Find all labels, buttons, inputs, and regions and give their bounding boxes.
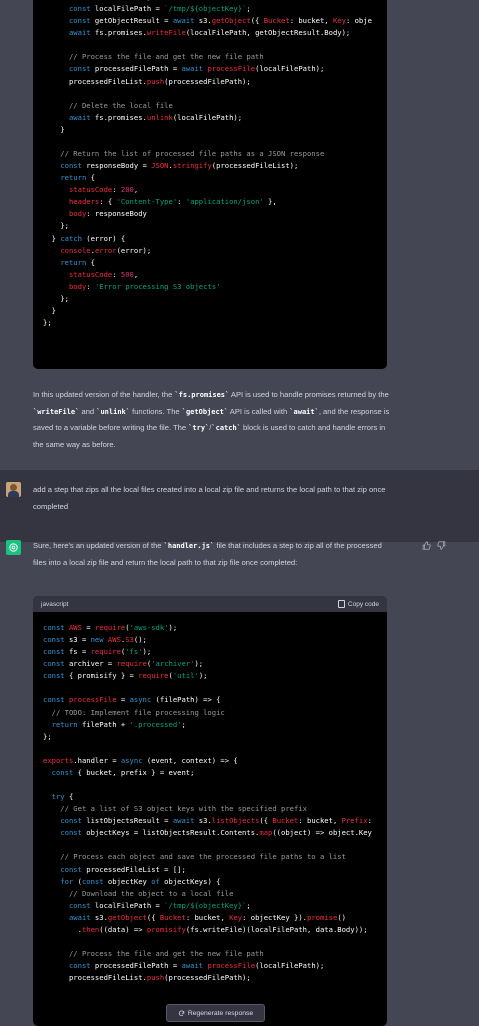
- regenerate-response-button[interactable]: Regenerate response: [166, 1004, 265, 1022]
- inline-code: `catch`: [211, 424, 241, 432]
- user-message-row: add a step that zips all the local files…: [0, 470, 479, 542]
- feedback-buttons: [422, 541, 446, 552]
- inline-code: `await`: [289, 407, 319, 416]
- paragraph-text: API is used to handle promises returned …: [229, 390, 389, 399]
- inline-code: `writeFile`: [33, 407, 80, 416]
- code-language-label: javascript: [41, 600, 69, 608]
- assistant-intro-text: Sure, here's an updated version of the `…: [33, 538, 395, 571]
- code-block-previous: // Download the object to a local file c…: [33, 0, 387, 369]
- openai-logo-icon: [9, 543, 18, 552]
- copy-code-button[interactable]: Copy code: [337, 600, 379, 608]
- explanation-text: In this updated version of the handler, …: [33, 387, 395, 453]
- code-content: // Download the object to a local file c…: [43, 0, 372, 328]
- paragraph-text: API is called with: [228, 406, 290, 416]
- copy-code-label: Copy code: [347, 600, 379, 608]
- code-block-handler: javascript Copy code const AWS = require…: [33, 596, 387, 1026]
- code-header: javascript Copy code: [33, 596, 387, 612]
- thumbs-up-icon[interactable]: [422, 541, 431, 552]
- thumbs-down-icon[interactable]: [437, 541, 446, 552]
- clipboard-icon: [337, 600, 345, 608]
- refresh-icon: [178, 1010, 185, 1016]
- user-avatar: [6, 482, 21, 497]
- assistant-intro: Sure, here's an updated version of the `…: [33, 538, 395, 571]
- inline-code: `unlink`: [96, 407, 130, 416]
- paragraph-text: and: [79, 406, 97, 416]
- assistant-explanation: In this updated version of the handler, …: [33, 387, 395, 453]
- paragraph-text: Sure, here's an updated version of the: [33, 541, 164, 550]
- regenerate-label: Regenerate response: [187, 1009, 254, 1017]
- paragraph-text: functions. The: [129, 406, 182, 416]
- inline-code: `getObject`: [181, 407, 229, 416]
- inline-code: `handler.js`: [163, 542, 215, 550]
- user-message-text: add a step that zips all the local files…: [33, 485, 386, 511]
- code-content: const AWS = require('aws-sdk'); const s3…: [43, 623, 372, 983]
- user-message: add a step that zips all the local files…: [33, 482, 393, 515]
- inline-code: `try`: [188, 424, 210, 432]
- paragraph-text: In this updated version of the handler, …: [33, 390, 175, 399]
- assistant-avatar: [6, 540, 21, 555]
- inline-code: `fs.promises`: [174, 391, 230, 399]
